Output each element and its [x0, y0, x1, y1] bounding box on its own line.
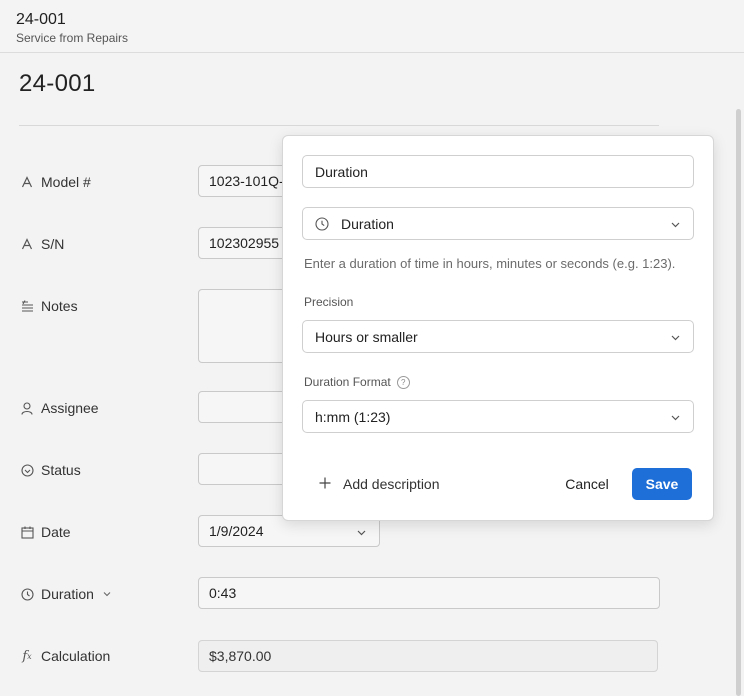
duration-field-label[interactable]: Duration: [20, 584, 112, 604]
person-icon: [20, 401, 34, 415]
notes-field-label: Notes: [20, 296, 78, 316]
scrollbar[interactable]: [736, 109, 741, 696]
duration-format-label-text: Duration Format: [304, 375, 391, 389]
clock-icon: [315, 216, 329, 231]
date-field-label: Date: [20, 522, 71, 542]
add-description-button[interactable]: Add description: [319, 473, 440, 494]
duration-format-select[interactable]: h:mm (1:23): [302, 400, 694, 433]
sn-field-label: S/N: [20, 234, 64, 254]
text-a-icon: [20, 175, 34, 189]
status-label: Status: [41, 462, 81, 478]
model-field-label: Model #: [20, 172, 91, 192]
cancel-button[interactable]: Cancel: [559, 468, 615, 500]
clock-icon: [20, 587, 34, 601]
chevron-down-icon: [356, 525, 367, 541]
status-check-circle-icon: [20, 463, 34, 477]
status-select[interactable]: [198, 453, 288, 485]
sn-label: S/N: [41, 236, 65, 252]
add-description-label: Add description: [343, 475, 440, 492]
header-title: 24-001: [16, 11, 66, 28]
title-divider: [19, 125, 659, 126]
window-header: 24-001 Service from Repairs: [0, 0, 744, 53]
precision-value: Hours or smaller: [315, 328, 418, 345]
chevron-down-icon[interactable]: [102, 589, 112, 599]
duration-label: Duration: [41, 586, 94, 602]
text-a-icon: [20, 237, 34, 251]
date-value: 1/9/2024: [209, 523, 264, 539]
header-subtitle: Service from Repairs: [16, 31, 129, 45]
save-button[interactable]: Save: [632, 468, 692, 500]
model-label: Model #: [41, 174, 91, 190]
notes-textarea[interactable]: [198, 289, 288, 363]
chevron-down-icon: [670, 330, 681, 346]
record-title: 24-001: [19, 70, 96, 97]
precision-label: Precision: [304, 295, 354, 309]
notes-label: Notes: [41, 298, 78, 314]
plus-icon: [319, 473, 331, 494]
help-icon[interactable]: ?: [396, 375, 410, 389]
date-label: Date: [41, 524, 71, 540]
calendar-icon: [20, 525, 34, 539]
field-type-value: Duration: [341, 215, 394, 232]
long-text-icon: [20, 299, 34, 313]
assignee-input[interactable]: [198, 391, 288, 423]
model-input[interactable]: 1023-101Q-: [198, 165, 288, 197]
chevron-down-icon: [670, 410, 681, 426]
calculation-label: Calculation: [41, 648, 111, 664]
calculation-value: $3,870.00: [198, 640, 658, 672]
calculation-field-label: fx Calculation: [20, 646, 110, 666]
field-editor-popover: Duration Duration Enter a duration of ti…: [282, 135, 714, 521]
duration-format-label: Duration Format ?: [304, 375, 410, 389]
fx-formula-icon: fx: [22, 648, 32, 664]
field-type-hint: Enter a duration of time in hours, minut…: [304, 256, 676, 271]
assignee-label: Assignee: [41, 400, 99, 416]
chevron-down-icon: [670, 217, 681, 233]
status-field-label: Status: [20, 460, 81, 480]
field-type-select[interactable]: Duration: [302, 207, 694, 240]
sn-input[interactable]: 102302955: [198, 227, 288, 259]
assignee-field-label: Assignee: [20, 398, 99, 418]
duration-input[interactable]: 0:43: [198, 577, 660, 609]
field-name-input[interactable]: Duration: [302, 155, 694, 188]
duration-format-value: h:mm (1:23): [315, 408, 391, 425]
precision-select[interactable]: Hours or smaller: [302, 320, 694, 353]
